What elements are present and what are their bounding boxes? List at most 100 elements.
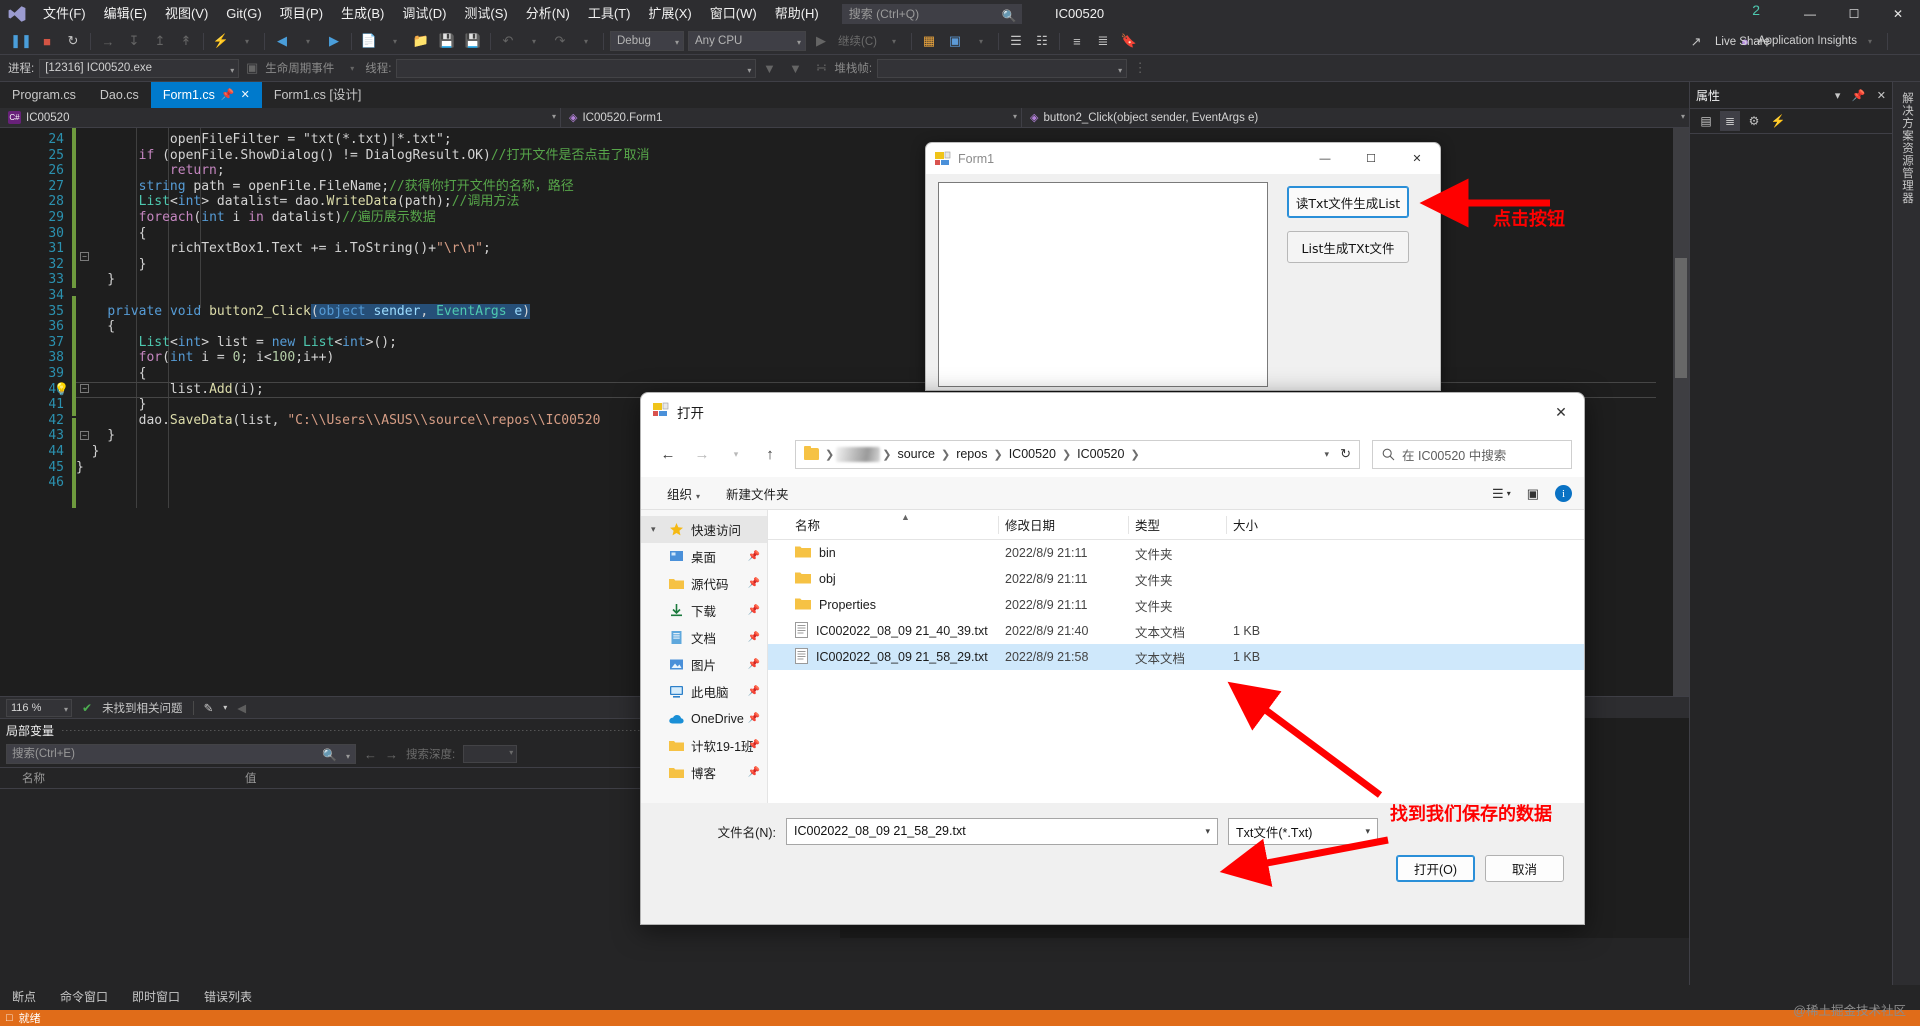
code-line[interactable]: {: [76, 226, 147, 242]
open-dialog-sidebar[interactable]: ▾ 快速访问 桌面 📌 源代码 📌 下载 📌 文档 📌 图片 📌 此电脑 📌 OneDrive 📌 计软19-1…: [641, 510, 768, 803]
platform-combo[interactable]: Any CPU: [688, 31, 806, 52]
thread-combo[interactable]: [396, 58, 757, 79]
organize-button[interactable]: 组织 ▾: [667, 484, 700, 503]
menu-item-build[interactable]: 生成(B): [332, 0, 393, 28]
open-dialog-close-button[interactable]: ✕: [1538, 393, 1584, 431]
code-line[interactable]: }: [76, 272, 115, 288]
tab-command-window[interactable]: 命令窗口: [48, 985, 120, 1010]
filter2-icon[interactable]: ▼: [783, 57, 807, 80]
menu-item-tools[interactable]: 工具(T): [579, 0, 640, 28]
column-header-date[interactable]: 修改日期: [1005, 515, 1055, 534]
code-line[interactable]: private void button2_Click(object sender…: [76, 303, 531, 320]
pause-icon[interactable]: ❚❚: [9, 30, 33, 53]
pin-icon[interactable]: 📌: [748, 740, 760, 751]
app-insights-label[interactable]: Application Insights: [1758, 35, 1857, 47]
hot-reload-icon[interactable]: ⚡: [209, 30, 233, 53]
nav-project-combo[interactable]: C# IC00520 ▾: [0, 108, 560, 128]
code-line[interactable]: foreach(int i in datalist)//遍历展示数据: [76, 210, 436, 226]
zoom-level-combo[interactable]: 116 %: [6, 698, 72, 718]
code-line[interactable]: return;: [76, 163, 225, 179]
code-line[interactable]: List<int> datalist= dao.WriteData(path);…: [76, 194, 520, 210]
table-row[interactable]: bin 2022/8/9 21:11 文件夹: [768, 540, 1584, 566]
code-line[interactable]: }: [76, 460, 84, 476]
hot-reload2-icon[interactable]: ▣: [943, 30, 967, 53]
menu-item-debug[interactable]: 调试(D): [393, 0, 455, 28]
continue-label[interactable]: 继续(C): [834, 33, 881, 49]
sidebar-item-9[interactable]: 博客 📌: [641, 759, 767, 786]
redo-icon[interactable]: ↷: [548, 30, 572, 53]
filename-input[interactable]: IC002022_08_09 21_58_29.txt ▾: [786, 817, 1218, 845]
continue-dropdown-icon[interactable]: ▾: [882, 30, 906, 53]
new-file-dropdown-icon[interactable]: ▾: [383, 30, 407, 53]
sidebar-item-0[interactable]: ▾ 快速访问: [641, 516, 767, 543]
pin-icon[interactable]: 📌: [748, 767, 760, 778]
filter-icon[interactable]: ▼: [757, 57, 781, 80]
menu-item-help[interactable]: 帮助(H): [766, 0, 828, 28]
locals-search-input[interactable]: 搜索(Ctrl+E) 🔍 ▾: [6, 744, 356, 764]
live-preview-icon[interactable]: ▦: [917, 30, 941, 53]
app-insights-dropdown-icon[interactable]: ▾: [1858, 30, 1882, 53]
doc-tab-dao[interactable]: Dao.cs: [88, 82, 151, 108]
comment-icon[interactable]: ☰: [1004, 30, 1028, 53]
solution-explorer-strip-label[interactable]: 解决方案资源管理器: [1899, 92, 1915, 205]
tab-immediate-window[interactable]: 即时窗口: [120, 985, 192, 1010]
list-to-txt-button[interactable]: List生成TXt文件: [1287, 231, 1409, 263]
menu-item-test[interactable]: 测试(S): [455, 0, 516, 28]
nav-member-combo[interactable]: ◈ button2_Click(object sender, EventArgs…: [1022, 108, 1689, 128]
sidebar-item-5[interactable]: 图片 📌: [641, 651, 767, 678]
cancel-button[interactable]: 取消: [1485, 855, 1564, 882]
code-line[interactable]: for(int i = 0; i<100;i++): [76, 350, 335, 366]
undo-dropdown-icon[interactable]: ▾: [522, 30, 546, 53]
redo-dropdown-icon[interactable]: ▾: [574, 30, 598, 53]
pin-icon[interactable]: 📌: [748, 551, 760, 562]
code-line[interactable]: openFileFilter = "txt(*.txt)|*.txt";: [76, 132, 452, 148]
menu-item-project[interactable]: 项目(P): [271, 0, 332, 28]
sidebar-item-1[interactable]: 桌面 📌: [641, 543, 767, 570]
column-header-name[interactable]: 名称: [795, 515, 820, 534]
forward-nav-icon[interactable]: ▶: [322, 30, 346, 53]
editor-vertical-scrollbar[interactable]: [1673, 128, 1689, 696]
hot-reload-dropdown-icon[interactable]: ▾: [235, 30, 259, 53]
nav-recent-button[interactable]: ▾: [721, 439, 751, 469]
step-into-icon[interactable]: →: [96, 30, 120, 53]
code-line[interactable]: List<int> list = new List<int>();: [76, 335, 397, 351]
menu-item-view[interactable]: 视图(V): [156, 0, 217, 28]
menu-item-file[interactable]: 文件(F): [34, 0, 95, 28]
code-line[interactable]: list.Add(i);: [76, 382, 264, 398]
breadcrumb-source[interactable]: source: [893, 447, 939, 461]
sidebar-item-7[interactable]: OneDrive 📌: [641, 705, 767, 732]
notification-badge[interactable]: 2: [1752, 2, 1760, 18]
column-header-type[interactable]: 类型: [1135, 515, 1160, 534]
tab-breakpoints[interactable]: 断点: [0, 985, 48, 1010]
code-line[interactable]: }: [76, 397, 147, 413]
stop-icon[interactable]: ■: [35, 30, 59, 53]
maximize-button[interactable]: ☐: [1832, 0, 1876, 28]
doc-tab-form1-cs[interactable]: Form1.cs 📌 ✕: [150, 82, 262, 108]
open-button[interactable]: 打开(O): [1396, 855, 1475, 882]
code-line[interactable]: richTextBox1.Text += i.ToString()+"\r\n"…: [76, 241, 491, 257]
lightbulb-icon[interactable]: 💡: [54, 382, 69, 396]
live-share-group[interactable]: ↗ Live Share: [1683, 30, 1770, 53]
code-line[interactable]: {: [76, 319, 115, 335]
nav-forward-button[interactable]: →: [687, 439, 717, 469]
step-over-icon[interactable]: ↧: [122, 30, 146, 53]
pin-icon[interactable]: 📌: [748, 686, 760, 697]
pin-icon[interactable]: 📌: [748, 605, 760, 616]
global-search-input[interactable]: 搜索 (Ctrl+Q) 🔍: [841, 4, 1022, 24]
table-row[interactable]: obj 2022/8/9 21:11 文件夹: [768, 566, 1584, 592]
table-row[interactable]: IC002022_08_09 21_40_39.txt 2022/8/9 21:4…: [768, 618, 1584, 644]
refresh-icon[interactable]: ↻: [1340, 446, 1351, 462]
code-line[interactable]: }: [76, 444, 100, 460]
pin-icon[interactable]: 📌: [748, 713, 760, 724]
formatting-icon[interactable]: ✎: [204, 701, 214, 715]
table-row[interactable]: Properties 2022/8/9 21:11 文件夹: [768, 592, 1584, 618]
filetype-combo[interactable]: Txt文件(*.Txt) ▾: [1228, 817, 1378, 845]
stack-frame-combo[interactable]: [877, 58, 1128, 79]
outdent-icon[interactable]: ≣: [1091, 30, 1115, 53]
open-dialog-file-list[interactable]: 名称 ▲ 修改日期 类型 大小 bin 2022/8/9 21:11 文件夹 obj 2…: [768, 510, 1584, 803]
form1-minimize-button[interactable]: —: [1302, 143, 1348, 174]
breadcrumb-ic00520-1[interactable]: IC00520: [1005, 447, 1060, 461]
nav-type-combo[interactable]: ◈ IC00520.Form1 ▾: [561, 108, 1021, 128]
form1-close-button[interactable]: ✕: [1394, 143, 1440, 174]
back-nav-icon[interactable]: ◀: [270, 30, 294, 53]
